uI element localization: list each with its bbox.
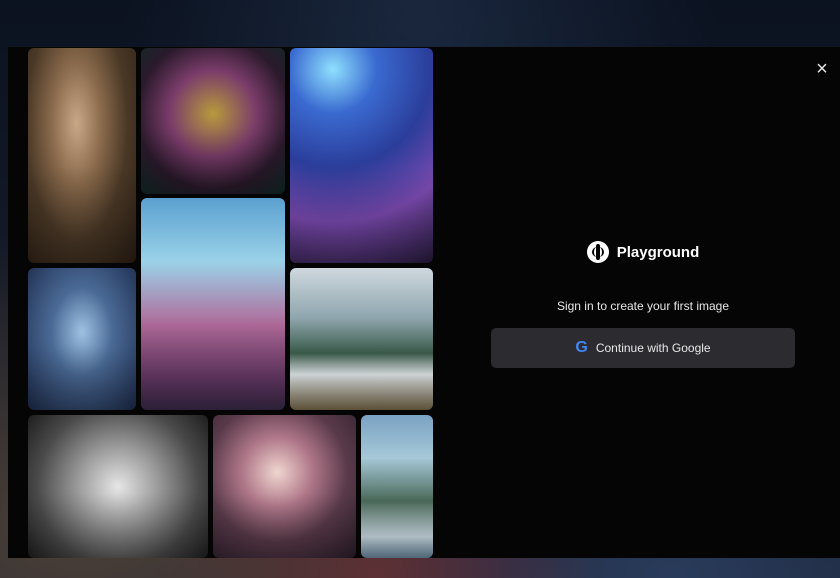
close-icon[interactable]: × xyxy=(812,59,832,79)
image-gallery xyxy=(28,48,440,558)
google-button-label: Continue with Google xyxy=(595,341,711,355)
signin-panel: Playground Sign in to create your first … xyxy=(491,47,795,558)
continue-with-google-button[interactable]: G Continue with Google xyxy=(491,328,795,368)
gallery-image-jar xyxy=(361,415,433,558)
gallery-image-mountain xyxy=(290,268,433,410)
signin-subtitle: Sign in to create your first image xyxy=(556,299,730,313)
gallery-image-lighthouse xyxy=(141,198,285,410)
signin-modal: × Playground Sign in to create your firs… xyxy=(8,47,840,558)
playground-logo-icon xyxy=(586,241,609,263)
gallery-image-ship xyxy=(28,268,136,410)
gallery-image-wolf xyxy=(28,415,208,558)
gallery-image-warrior xyxy=(213,415,356,558)
brand-name: Playground xyxy=(616,243,700,261)
google-icon: G xyxy=(575,339,588,356)
gallery-image-cat xyxy=(141,48,285,194)
gallery-image-blue-hair-girl xyxy=(290,48,433,263)
brand: Playground xyxy=(491,239,795,265)
gallery-image-old-man xyxy=(28,48,136,263)
